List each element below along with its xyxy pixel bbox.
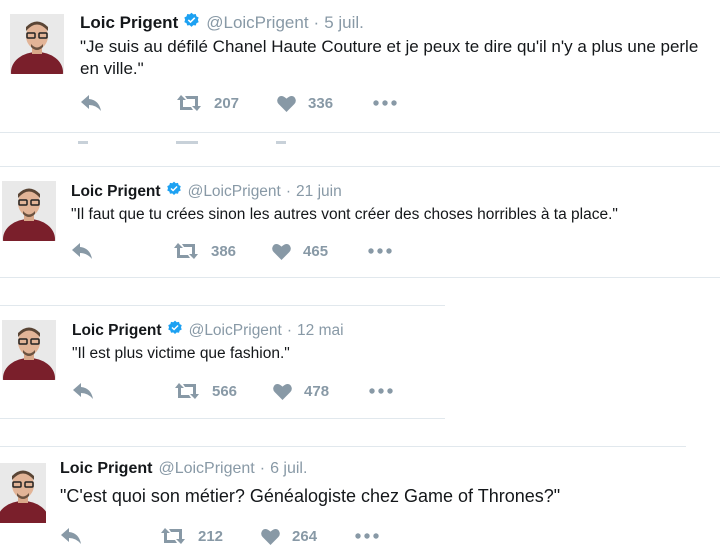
verified-badge-icon [167, 320, 183, 341]
retweet-icon [175, 383, 199, 399]
like-count: 478 [304, 382, 330, 400]
author-handle[interactable]: @LoicPrigent [188, 183, 281, 201]
author-handle[interactable]: @LoicPrigent [206, 13, 308, 33]
author-name[interactable]: Loic Prigent [60, 460, 152, 478]
like-count: 336 [308, 94, 334, 112]
like-count: 264 [292, 527, 318, 545]
date-separator: · [286, 321, 293, 339]
tweet-actions: 566 478 [72, 382, 393, 400]
more-button[interactable] [369, 388, 393, 394]
date-separator: · [285, 182, 292, 200]
reply-button[interactable] [71, 242, 93, 260]
tweet-text: "Il est plus victime que fashion." [72, 345, 290, 362]
retweet-button[interactable]: 386 [173, 242, 236, 260]
more-icon [373, 100, 397, 106]
date-separator: · [259, 460, 266, 477]
tweet-actions: 386 465 [71, 242, 392, 260]
tweet-card[interactable]: Loic Prigent @LoicPrigent · 5 juil. "Je … [0, 0, 720, 132]
more-icon [369, 388, 393, 394]
tweet-text: "Je suis au défilé Chanel Haute Couture … [80, 37, 699, 79]
tweet-actions: 212 264 [60, 527, 379, 545]
tweet-card[interactable]: Loic Prigent @LoicPrigent · 21 juin "Il … [0, 167, 720, 277]
author-handle[interactable]: @LoicPrigent [158, 460, 254, 478]
tweet-header: Loic Prigent @LoicPrigent · 21 juin [71, 181, 342, 202]
reply-button[interactable] [72, 382, 94, 400]
like-button[interactable]: 465 [272, 243, 328, 260]
tweet-date[interactable]: 5 juil. [324, 13, 364, 33]
retweet-icon [161, 528, 185, 544]
author-name[interactable]: Loic Prigent [71, 183, 161, 201]
tweet-date[interactable]: 6 juil. [270, 460, 307, 478]
tweet-text: "Il faut que tu crées sinon les autres v… [71, 206, 618, 223]
avatar[interactable] [2, 181, 56, 241]
like-button[interactable]: 478 [273, 383, 329, 400]
avatar[interactable] [10, 14, 64, 74]
like-button[interactable]: 336 [277, 95, 333, 112]
retweet-icon [177, 95, 201, 111]
reply-icon [61, 528, 81, 544]
divider [0, 277, 720, 278]
reply-button[interactable] [80, 94, 102, 112]
reply-button[interactable] [60, 527, 82, 545]
retweet-count: 566 [212, 382, 238, 400]
retweet-count: 386 [211, 242, 237, 260]
reply-icon [73, 383, 93, 399]
retweet-count: 207 [214, 94, 240, 112]
reply-icon [72, 243, 92, 259]
tweet-card[interactable]: Loic Prigent @LoicPrigent · 12 mai "Il e… [0, 306, 445, 418]
avatar[interactable] [2, 320, 56, 380]
retweet-icon [174, 243, 198, 259]
more-icon [355, 533, 379, 539]
tweet-header: Loic Prigent @LoicPrigent · 12 mai [72, 320, 344, 341]
retweet-button[interactable]: 566 [174, 382, 237, 400]
heart-icon [277, 95, 296, 112]
tweet-header: Loic Prigent @LoicPrigent · 5 juil. [80, 12, 364, 34]
reply-icon [81, 95, 101, 111]
more-button[interactable] [355, 533, 379, 539]
heart-icon [272, 243, 291, 260]
verified-badge-icon [183, 12, 200, 34]
avatar[interactable] [0, 463, 46, 523]
author-handle[interactable]: @LoicPrigent [189, 322, 282, 340]
more-button[interactable] [373, 100, 397, 106]
author-name[interactable]: Loic Prigent [80, 13, 178, 33]
retweet-button[interactable]: 212 [160, 527, 223, 545]
retweet-button[interactable]: 207 [176, 94, 239, 112]
tweet-text: "C'est quoi son métier? Généalogiste che… [60, 486, 561, 506]
heart-icon [261, 528, 280, 545]
tweet-date[interactable]: 12 mai [297, 322, 344, 340]
heart-icon [273, 383, 292, 400]
tweet-card[interactable]: Loic Prigent @LoicPrigent · 6 juil. "C'e… [0, 447, 686, 552]
tweet-actions: 207 336 [80, 94, 397, 112]
divider [0, 418, 445, 419]
cropped-strip [0, 133, 720, 166]
like-count: 465 [303, 242, 329, 260]
tweet-header: Loic Prigent @LoicPrigent · 6 juil. [60, 460, 307, 478]
verified-badge-icon [166, 181, 182, 202]
like-button[interactable]: 264 [261, 528, 317, 545]
more-button[interactable] [368, 248, 392, 254]
author-name[interactable]: Loic Prigent [72, 322, 162, 340]
tweet-date[interactable]: 21 juin [296, 183, 342, 201]
more-icon [368, 248, 392, 254]
retweet-count: 212 [198, 527, 224, 545]
date-separator: · [313, 13, 320, 32]
